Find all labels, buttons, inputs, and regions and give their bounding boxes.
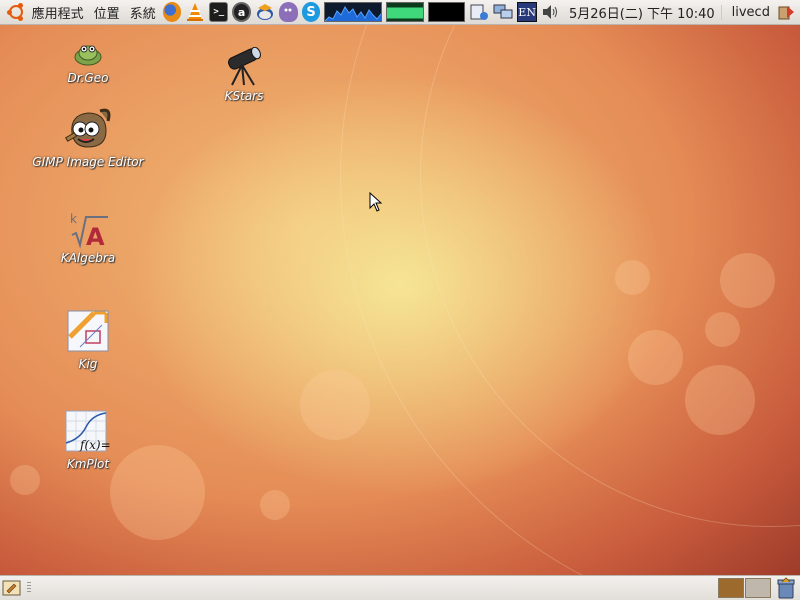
network-monitor-graph[interactable] bbox=[324, 2, 383, 22]
desktop-icon-label: Dr.Geo bbox=[67, 71, 109, 85]
panel-drag-handle[interactable] bbox=[27, 582, 31, 594]
workspace-1-button[interactable] bbox=[718, 578, 744, 598]
audacious-icon[interactable]: a bbox=[232, 2, 252, 22]
desktop-icon-label: GIMP Image Editor bbox=[32, 155, 144, 169]
terminal-icon[interactable]: >_ bbox=[209, 2, 229, 22]
desktop-icon-kmplot[interactable]: f(x)= KmPlot bbox=[28, 409, 148, 471]
wallpaper-bokeh bbox=[685, 365, 755, 435]
wallpaper-bokeh bbox=[615, 260, 650, 295]
desktop[interactable]: Dr.Geo KStars GIMP Image Editor k A KAlg… bbox=[0, 25, 800, 575]
top-panel: 應用程式 位置 系統 >_ a S EN 5月26日(二) 下午 10:40 l… bbox=[0, 0, 800, 25]
wallpaper-bokeh bbox=[705, 312, 740, 347]
thunderbird-icon[interactable] bbox=[255, 2, 275, 22]
desktop-icon-label: Kig bbox=[78, 357, 98, 371]
user-switcher[interactable]: livecd bbox=[720, 4, 774, 20]
wallpaper-bokeh bbox=[720, 253, 775, 308]
memory-monitor-graph[interactable] bbox=[386, 2, 424, 22]
show-desktop-button[interactable] bbox=[2, 578, 22, 598]
system-menu[interactable]: 系統 bbox=[125, 3, 161, 22]
skype-icon[interactable]: S bbox=[301, 2, 321, 22]
svg-text:k: k bbox=[70, 212, 77, 226]
desktop-icon-drgeo[interactable]: Dr.Geo bbox=[28, 35, 148, 85]
kmplot-icon: f(x)= bbox=[65, 410, 111, 452]
kstars-icon bbox=[228, 47, 261, 86]
firefox-icon[interactable] bbox=[162, 2, 182, 22]
workspace-2-button[interactable] bbox=[745, 578, 771, 598]
trash-button[interactable] bbox=[775, 577, 797, 599]
svg-text:f(x)=: f(x)= bbox=[79, 438, 111, 452]
desktop-icon-gimp[interactable]: GIMP Image Editor bbox=[28, 107, 148, 169]
wallpaper-bokeh bbox=[300, 370, 370, 440]
cpu-monitor-graph[interactable] bbox=[427, 2, 466, 22]
drgeo-icon bbox=[74, 45, 102, 66]
wallpaper-bokeh bbox=[260, 490, 290, 520]
gimp-icon bbox=[64, 108, 111, 148]
input-method-en-icon[interactable]: EN bbox=[517, 2, 537, 22]
update-notifier-icon[interactable] bbox=[469, 2, 489, 22]
desktop-icon-kstars[interactable]: KStars bbox=[184, 47, 304, 103]
pidgin-icon[interactable] bbox=[279, 2, 298, 22]
vlc-icon[interactable] bbox=[185, 2, 205, 22]
wallpaper-bokeh bbox=[628, 330, 683, 385]
ubuntu-logo-icon[interactable] bbox=[6, 2, 25, 22]
desktop-icon-label: KmPlot bbox=[66, 457, 110, 471]
trash-icon bbox=[777, 577, 795, 599]
desktop-icon-kig[interactable]: Kig bbox=[28, 307, 148, 371]
shutdown-icon[interactable] bbox=[776, 2, 796, 22]
clock[interactable]: 5月26日(二) 下午 10:40 bbox=[563, 3, 721, 22]
show-desktop-icon bbox=[2, 580, 21, 596]
kig-icon bbox=[67, 310, 109, 352]
applications-menu[interactable]: 應用程式 bbox=[27, 3, 89, 22]
kalgebra-icon: k A bbox=[70, 212, 108, 249]
desktop-icon-kalgebra[interactable]: k A KAlgebra bbox=[28, 209, 148, 265]
mouse-pointer-icon bbox=[369, 192, 383, 212]
volume-icon[interactable] bbox=[541, 2, 561, 22]
desktop-icon-label: KAlgebra bbox=[60, 251, 116, 265]
places-menu[interactable]: 位置 bbox=[89, 3, 125, 22]
desktop-icon-label: KStars bbox=[224, 89, 264, 103]
network-manager-icon[interactable] bbox=[493, 2, 513, 22]
svg-text:A: A bbox=[86, 223, 105, 249]
bottom-panel bbox=[0, 575, 800, 600]
